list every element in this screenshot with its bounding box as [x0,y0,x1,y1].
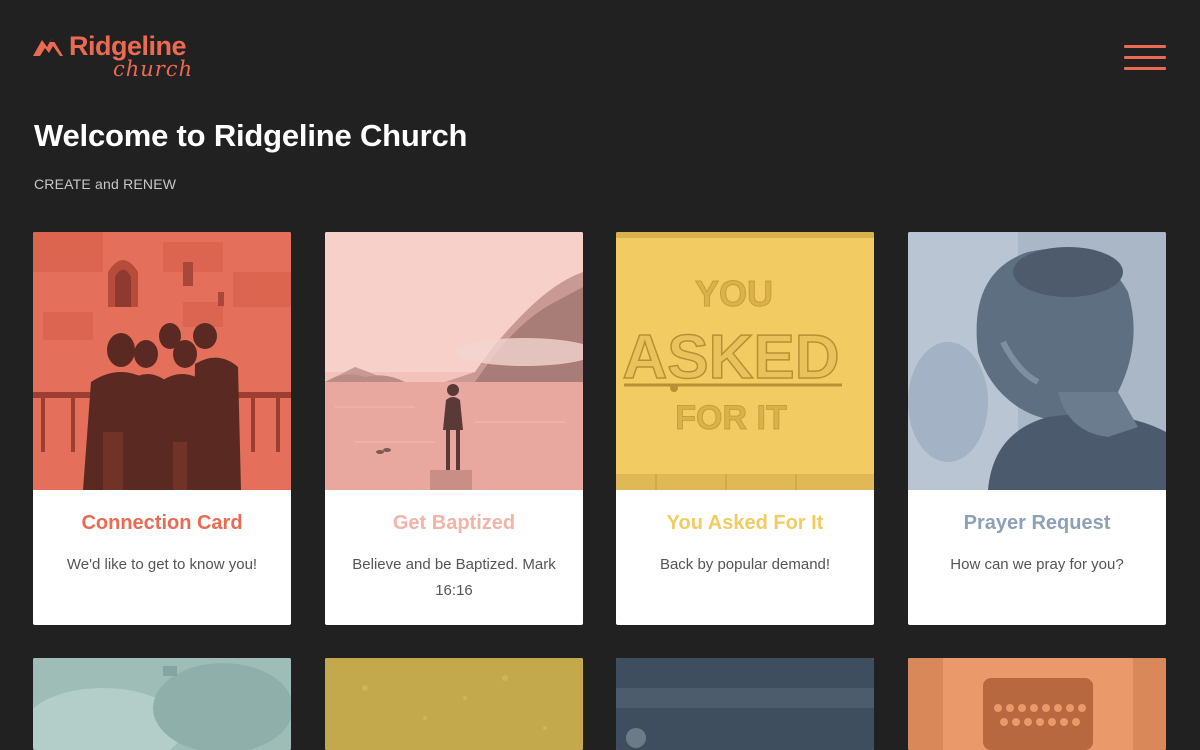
card-title: Prayer Request [963,512,1111,534]
card-title: You Asked For It [666,512,824,534]
man-praying-photo [908,232,1166,490]
card-text: We'd like to get to know you! [66,556,258,573]
hamburger-menu-icon[interactable] [1124,44,1168,72]
group-of-friends-photo [33,232,291,490]
person-at-lake-photo [325,232,583,490]
night-scene-photo [616,658,874,750]
sign-text-for-it: FOR IT [675,399,787,437]
card-row2-1[interactable] [33,658,291,750]
site-logo[interactable]: Ridgeline church [33,30,198,82]
connection-card[interactable]: Connection Card We'd like to get to know… [33,232,291,625]
get-baptized-card[interactable]: Get Baptized Believe and be Baptized. Ma… [325,232,583,625]
hands-photo [33,658,291,750]
card-title: Connection Card [81,512,243,534]
sign-text-asked: ASKED [622,323,839,392]
page-title: Welcome to Ridgeline Church [34,118,468,153]
mountain-logo-icon [33,38,63,56]
page-subtitle: CREATE and RENEW [34,176,177,192]
card-row2-4[interactable] [908,658,1166,750]
card-text: Back by popular demand! [659,556,831,573]
logo-script: church [113,57,194,81]
prayer-request-card[interactable]: Prayer Request How can we pray for you? [908,232,1166,625]
typewriter-photo [908,658,1166,750]
you-asked-for-it-card[interactable]: YOU ASKED FOR IT You Asked For It Back b… [616,232,874,625]
card-title: Get Baptized [392,512,516,534]
card-row2-2[interactable] [325,658,583,750]
card-text: Believe and be Baptized. Mark 16:16 [352,556,556,599]
card-text: How can we pray for you? [950,556,1124,573]
sunlit-field-photo [325,658,583,750]
you-asked-for-it-sign: YOU ASKED FOR IT [616,232,874,490]
sign-text-you: YOU [695,273,773,314]
card-row2-3[interactable] [616,658,874,750]
